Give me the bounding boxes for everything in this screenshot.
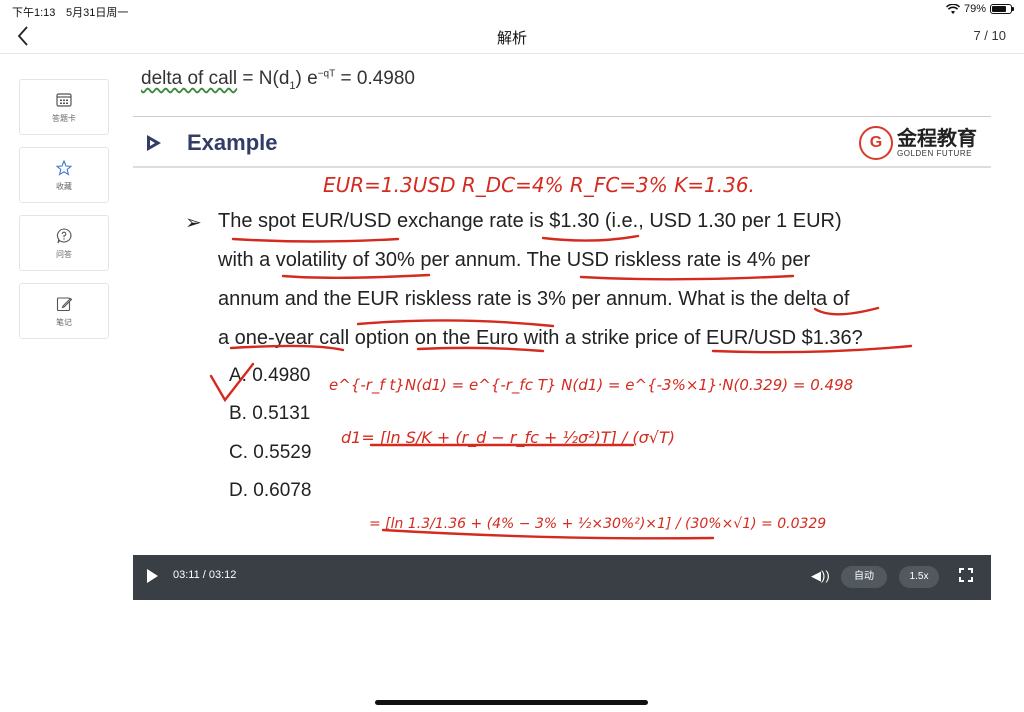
star-icon xyxy=(55,159,73,176)
battery-percent: 79% xyxy=(963,3,986,15)
answer-card-button[interactable]: 答题卡 xyxy=(19,79,109,135)
option-b: B. 0.5131 xyxy=(229,403,311,424)
page-counter: 7 / 10 xyxy=(973,28,1006,43)
handwriting-d1: d1= [ln S/K + (r_d − r_fc + ½σ²)T] / (σ√… xyxy=(341,428,675,448)
delta-formula-sup: −qT xyxy=(317,68,336,80)
video-slide[interactable]: delta of call = N(d1) e−qT = 0.4980 Exam… xyxy=(133,58,991,600)
delta-formula-part: = N(d xyxy=(237,68,290,89)
favorite-button[interactable]: 收藏 xyxy=(19,147,109,203)
fullscreen-icon[interactable] xyxy=(959,568,973,582)
brand-logo: G 金程教育 GOLDEN FUTURE xyxy=(859,126,977,160)
logo-name: 金程教育 xyxy=(897,127,977,150)
notes-label: 笔记 xyxy=(56,317,72,327)
nav-bar: 解析 7 / 10 xyxy=(0,20,1024,54)
example-bookmark-icon xyxy=(147,135,161,151)
delta-formula-label: delta of call xyxy=(141,68,238,89)
battery-icon xyxy=(990,4,1014,14)
home-indicator[interactable] xyxy=(375,700,648,705)
handwriting-calc: = [ln 1.3/1.36 + (4% − 3% + ½×30%²)×1] /… xyxy=(369,516,826,532)
section-title: Example xyxy=(187,130,278,155)
option-c: C. 0.5529 xyxy=(229,442,312,463)
status-date: 5月31日周一 xyxy=(66,7,129,19)
handwriting-given: EUR=1.3USD R_DC=4% R_FC=3% K=1.36. xyxy=(323,173,755,197)
notes-button[interactable]: 笔记 xyxy=(19,283,109,339)
qa-label: 问答 xyxy=(56,249,72,259)
example-header: Example G 金程教育 GOLDEN FUTURE xyxy=(133,118,991,168)
page-title: 解析 xyxy=(496,30,527,47)
logo-english: GOLDEN FUTURE xyxy=(897,148,972,158)
question-line: with a volatility of 30% per annum. The … xyxy=(218,249,811,271)
bullet-icon: ➢ xyxy=(185,212,202,234)
question-line: The spot EUR/USD exchange rate is $1.30 … xyxy=(218,210,842,232)
play-icon[interactable] xyxy=(147,569,158,583)
answer-card-icon xyxy=(56,92,72,107)
handwriting-formula: e^{-r_f t}N(d1) = e^{-r_fc T} N(d1) = e^… xyxy=(329,376,853,395)
question-line: a one-year call option on the Euro with … xyxy=(218,327,863,349)
delta-formula-part: ) e xyxy=(295,68,318,89)
delta-formula-value: = 0.4980 xyxy=(335,68,416,89)
speed-button[interactable]: 1.5x xyxy=(899,566,939,588)
favorite-label: 收藏 xyxy=(56,181,72,191)
auto-quality-button[interactable]: 自动 xyxy=(841,566,887,588)
question-icon xyxy=(56,227,72,243)
playback-time: 03:11 / 03:12 xyxy=(173,569,237,581)
divider xyxy=(133,116,991,117)
option-a: A. 0.4980 xyxy=(229,365,311,386)
logo-seal-icon: G xyxy=(859,126,893,160)
note-edit-icon xyxy=(56,296,73,311)
qa-button[interactable]: 问答 xyxy=(19,215,109,271)
video-controls: 03:11 / 03:12 ◀)) 自动 1.5x xyxy=(133,555,991,600)
option-d: D. 0.6078 xyxy=(229,480,312,501)
status-time: 下午1:13 xyxy=(12,7,56,19)
answer-card-label: 答题卡 xyxy=(52,113,76,123)
volume-icon[interactable]: ◀)) xyxy=(811,568,830,584)
delta-formula: delta of call = N(d1) e−qT = 0.4980 xyxy=(141,68,415,92)
status-bar: 下午1:13 5月31日周一 79% xyxy=(0,0,1024,20)
status-right: 79% xyxy=(945,3,1014,15)
question-line: annum and the EUR riskless rate is 3% pe… xyxy=(218,288,850,310)
wifi-icon xyxy=(945,3,960,14)
